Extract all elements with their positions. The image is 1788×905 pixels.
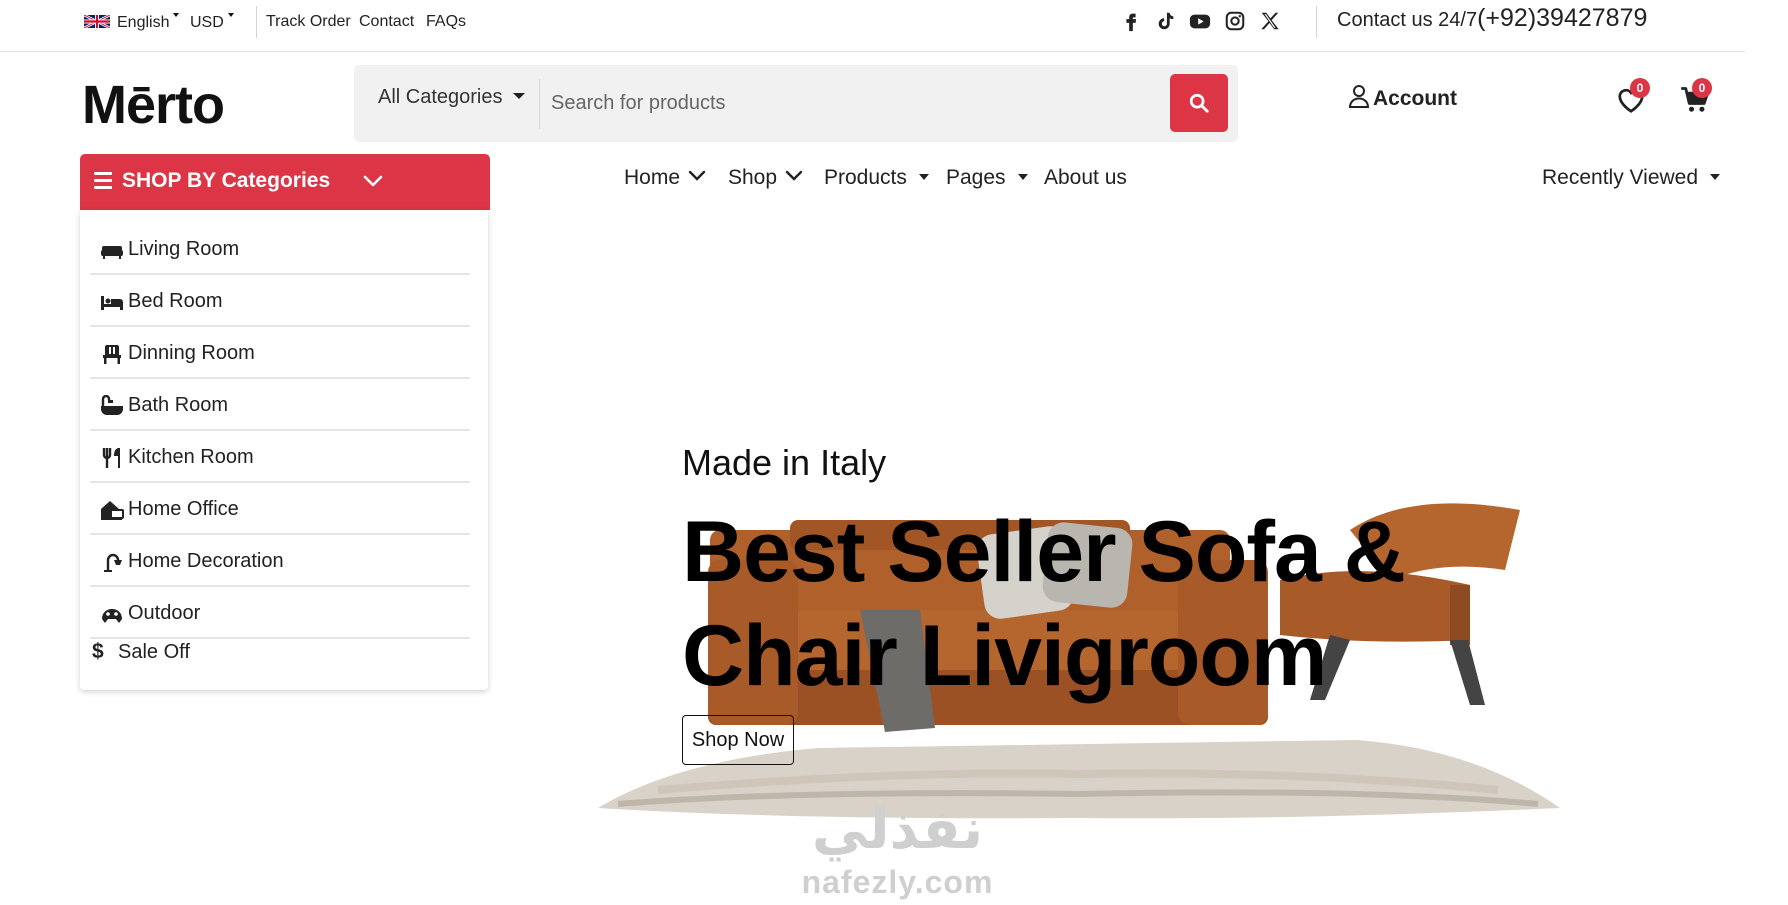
menu-icon bbox=[94, 172, 112, 189]
x-icon[interactable] bbox=[1259, 10, 1281, 32]
nav-label: Pages bbox=[946, 166, 1006, 189]
category-label: Outdoor bbox=[128, 602, 201, 624]
youtube-icon[interactable] bbox=[1189, 10, 1211, 32]
bed-icon bbox=[101, 296, 123, 310]
chevron-down-icon bbox=[363, 175, 383, 187]
category-item-home-decoration[interactable]: Home Decoration bbox=[90, 535, 470, 587]
category-label: Bed Room bbox=[128, 290, 223, 312]
chair-icon bbox=[103, 345, 121, 364]
currency-select[interactable]: USD bbox=[190, 13, 234, 32]
nav-home[interactable]: Home bbox=[624, 166, 706, 190]
home-office-icon bbox=[101, 501, 124, 520]
contact-link[interactable]: Contact bbox=[359, 13, 414, 31]
bath-icon bbox=[101, 395, 123, 415]
caret-down-icon bbox=[1017, 174, 1028, 180]
utensils-icon bbox=[102, 448, 120, 468]
tiktok-icon[interactable] bbox=[1155, 10, 1177, 32]
watermark-arabic: نفذلي bbox=[811, 797, 984, 862]
user-icon bbox=[1348, 85, 1370, 108]
caret-down-icon bbox=[918, 174, 929, 180]
chevron-down-icon bbox=[688, 170, 706, 181]
nav-label: Recently Viewed bbox=[1542, 166, 1699, 189]
category-label: Sale Off bbox=[118, 641, 190, 663]
top-bar: English USD Track Order Contact FAQs Con… bbox=[0, 0, 1745, 52]
category-item-bed-room[interactable]: Bed Room bbox=[90, 275, 470, 327]
categories-title: SHOP BY Categories bbox=[122, 169, 331, 192]
nav-label: Products bbox=[824, 166, 907, 189]
category-item-bath-room[interactable]: Bath Room bbox=[90, 379, 470, 431]
account-link[interactable]: Account bbox=[1348, 84, 1457, 111]
search-button[interactable] bbox=[1170, 74, 1228, 132]
track-order-link[interactable]: Track Order bbox=[266, 13, 351, 31]
category-label: Home Office bbox=[128, 498, 239, 520]
category-label: Bath Room bbox=[128, 394, 229, 416]
instagram-icon[interactable] bbox=[1224, 10, 1246, 32]
language-select[interactable]: English bbox=[117, 13, 180, 32]
caret-down-icon bbox=[1710, 174, 1721, 180]
cart-button[interactable]: 0 bbox=[1680, 78, 1716, 118]
wishlist-count-badge: 0 bbox=[1630, 78, 1650, 98]
category-select[interactable]: All Categories bbox=[378, 86, 525, 109]
watermark-logo: نفذلي nafezly.com bbox=[790, 800, 1005, 901]
lamp-icon bbox=[104, 553, 122, 572]
search-bar: All Categories bbox=[354, 65, 1238, 142]
recently-viewed-dropdown[interactable]: Recently Viewed bbox=[1542, 166, 1721, 190]
caret-down-icon bbox=[227, 13, 234, 17]
category-item-kitchen-room[interactable]: Kitchen Room bbox=[90, 431, 470, 483]
category-item-dinning-room[interactable]: Dinning Room bbox=[90, 327, 470, 379]
caret-down-icon bbox=[173, 13, 180, 17]
divider bbox=[1316, 6, 1317, 38]
category-item-outdoor[interactable]: Outdoor bbox=[90, 587, 470, 639]
search-icon bbox=[1189, 93, 1209, 113]
language-label: English bbox=[117, 14, 170, 31]
category-item-home-office[interactable]: Home Office bbox=[90, 483, 470, 535]
facebook-icon[interactable] bbox=[1120, 10, 1142, 32]
watermark-latin: nafezly.com bbox=[801, 864, 994, 900]
shop-by-categories-toggle[interactable]: SHOP BY Categories bbox=[80, 154, 490, 210]
hero-subtitle: Made in Italy bbox=[682, 442, 887, 483]
dollar-icon: $ bbox=[92, 640, 104, 663]
contact-label: Contact us 24/7 bbox=[1337, 9, 1478, 31]
divider bbox=[539, 79, 540, 129]
nav-products[interactable]: Products bbox=[824, 166, 929, 190]
hero-title: Best Seller Sofa & Chair Livigroom bbox=[682, 504, 1406, 704]
contact-info: Contact us 24/7(+92)39427879 bbox=[1337, 4, 1647, 33]
category-label: Dinning Room bbox=[128, 342, 255, 364]
cart-count-badge: 0 bbox=[1692, 78, 1712, 98]
outdoor-icon bbox=[102, 609, 122, 623]
sofa-icon bbox=[101, 246, 123, 259]
logo[interactable]: Mērto bbox=[82, 74, 225, 136]
account-label: Account bbox=[1373, 87, 1457, 110]
nav-pages[interactable]: Pages bbox=[946, 166, 1028, 190]
wishlist-button[interactable]: 0 bbox=[1616, 78, 1652, 118]
category-item-sale-off[interactable]: $ Sale Off bbox=[90, 635, 470, 675]
divider bbox=[256, 6, 257, 38]
shop-now-button[interactable]: Shop Now bbox=[682, 715, 794, 765]
category-item-living-room[interactable]: Living Room bbox=[90, 223, 470, 275]
uk-flag-icon bbox=[84, 15, 110, 28]
phone-number: (+92)39427879 bbox=[1477, 4, 1648, 32]
nav-about-us[interactable]: About us bbox=[1044, 166, 1127, 190]
chevron-down-icon bbox=[785, 170, 803, 181]
category-select-label: All Categories bbox=[378, 86, 503, 108]
currency-label: USD bbox=[190, 14, 224, 31]
faqs-link[interactable]: FAQs bbox=[426, 13, 466, 31]
caret-down-icon bbox=[512, 93, 525, 99]
categories-panel: Living Room Bed Room Dinning Room Bath R… bbox=[80, 210, 488, 690]
nav-label: Home bbox=[624, 166, 681, 189]
category-label: Living Room bbox=[128, 238, 240, 260]
search-input[interactable] bbox=[549, 83, 1169, 123]
category-label: Kitchen Room bbox=[128, 446, 254, 468]
category-label: Home Decoration bbox=[128, 550, 284, 572]
nav-shop[interactable]: Shop bbox=[728, 166, 803, 190]
nav-label: Shop bbox=[728, 166, 778, 189]
